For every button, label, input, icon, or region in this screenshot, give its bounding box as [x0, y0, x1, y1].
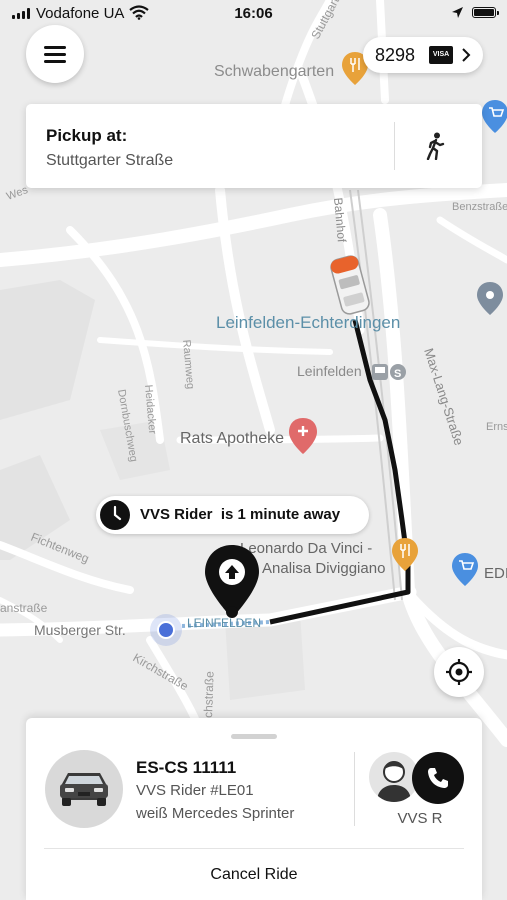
clock-icon	[100, 500, 130, 530]
vehicle-avatar	[45, 750, 123, 828]
eta-message: is 1 minute away	[220, 506, 341, 523]
eta-driver: VVS Rider	[140, 506, 213, 523]
van-icon	[60, 773, 108, 806]
divider	[354, 752, 355, 826]
driver-name: VVS R	[397, 810, 443, 827]
status-bar: Vodafone UA 16:06	[0, 0, 507, 28]
map-label-leonardo-line2: Analisa Diviggiano	[262, 560, 385, 577]
recenter-button[interactable]	[434, 647, 484, 697]
map-label-anstrasse: anstraße	[0, 601, 48, 615]
eta-text: VVS Rider is 1 minute away	[140, 506, 340, 523]
map-label-edi: EDI	[484, 565, 507, 582]
rider-id: VVS Rider #LE01	[136, 782, 254, 799]
chevron-right-icon	[462, 48, 471, 62]
map-label-ernst: Erns	[486, 421, 507, 433]
battery-icon	[472, 7, 499, 18]
cancel-ride-button[interactable]: Cancel Ride	[26, 866, 482, 884]
vehicle-description: weiß Mercedes Sprinter	[136, 805, 295, 822]
svg-text:S: S	[394, 368, 401, 380]
user-location-icon	[150, 614, 182, 646]
call-driver-button[interactable]	[412, 752, 464, 804]
divider	[394, 122, 395, 170]
map-label-musberger-str: Musberger Str.	[34, 622, 126, 638]
license-plate: ES-CS 11111	[136, 758, 237, 777]
visa-card-icon: VISA	[429, 46, 453, 64]
pickup-address: Stuttgarter Straße	[46, 152, 174, 169]
sheet-handle[interactable]	[231, 734, 277, 739]
phone-icon	[428, 768, 448, 788]
status-time: 16:06	[234, 5, 273, 22]
map-label-leonardo-line1: Leonardo Da Vinci -	[240, 540, 372, 557]
pickup-card[interactable]: Pickup at: Stuttgarter Straße	[26, 104, 482, 188]
app-screen: Schwabengarten Stuttgarter Bahnhof Benzs…	[0, 0, 507, 900]
payment-selector[interactable]: 8298 VISA	[363, 37, 483, 73]
crosshair-icon	[446, 659, 472, 685]
divider	[44, 848, 464, 849]
map-label-benzstrasse: Benzstraße	[452, 201, 507, 213]
map-label-leinfelden-echterdingen: Leinfelden-Echterdingen	[216, 313, 400, 332]
pickup-label: Pickup at:	[46, 126, 128, 145]
location-services-icon	[452, 7, 463, 18]
menu-button[interactable]	[26, 25, 84, 83]
points-balance: 8298	[375, 45, 416, 65]
map-label-schwabengarten: Schwabengarten	[214, 63, 334, 80]
map-label-leinfelden: Leinfelden	[297, 363, 362, 379]
map-label-chstrasse: chstraße	[201, 671, 217, 718]
eta-bubble: VVS Rider is 1 minute away	[96, 496, 369, 534]
map-label-rats-apotheke: Rats Apotheke	[180, 430, 284, 447]
walking-icon[interactable]	[424, 132, 448, 160]
ride-details-sheet: ES-CS 11111 VVS Rider #LE01 weiß Mercede…	[26, 718, 482, 900]
map-label-leinfelden-route: LEINFELDEN	[187, 616, 261, 630]
